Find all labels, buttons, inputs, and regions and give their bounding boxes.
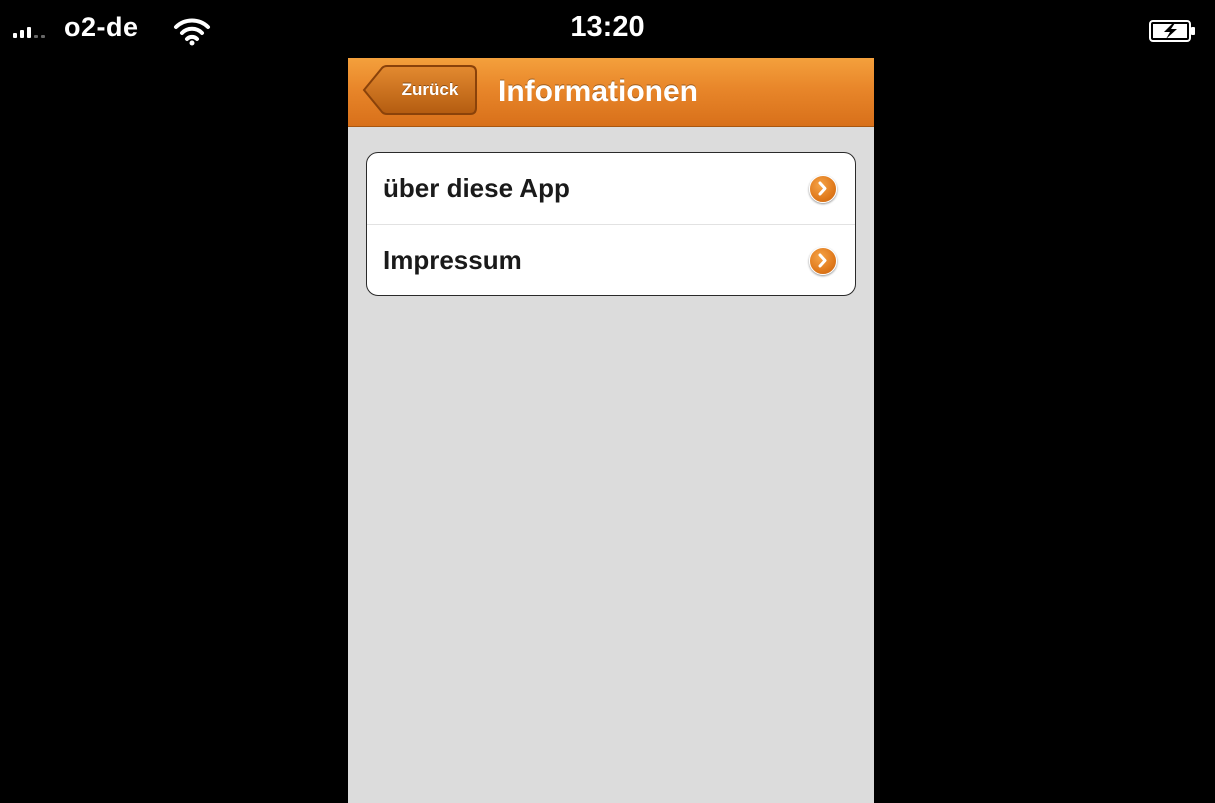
page-title: Informationen — [498, 75, 698, 108]
navigation-bar: Zurück Informationen — [348, 58, 874, 127]
status-bar: o2-de 13:20 — [0, 0, 1215, 58]
info-list: über diese App Impressum — [366, 152, 856, 296]
back-button[interactable]: Zurück — [362, 64, 478, 116]
back-button-label: Zurück — [401, 80, 459, 99]
device-screen: o2-de 13:20 Zurück Informationen über di… — [0, 0, 1215, 803]
disclosure-arrow-icon[interactable] — [809, 175, 837, 203]
list-item-label: über diese App — [383, 173, 570, 203]
battery-charging-icon — [1149, 20, 1195, 42]
app-view: Zurück Informationen über diese App Impr… — [348, 58, 874, 803]
list-item-impressum[interactable]: Impressum — [367, 224, 855, 295]
list-item-about-app[interactable]: über diese App — [367, 153, 855, 224]
status-time: 13:20 — [570, 11, 645, 43]
list-item-label: Impressum — [383, 245, 522, 275]
disclosure-arrow-icon[interactable] — [809, 247, 837, 275]
